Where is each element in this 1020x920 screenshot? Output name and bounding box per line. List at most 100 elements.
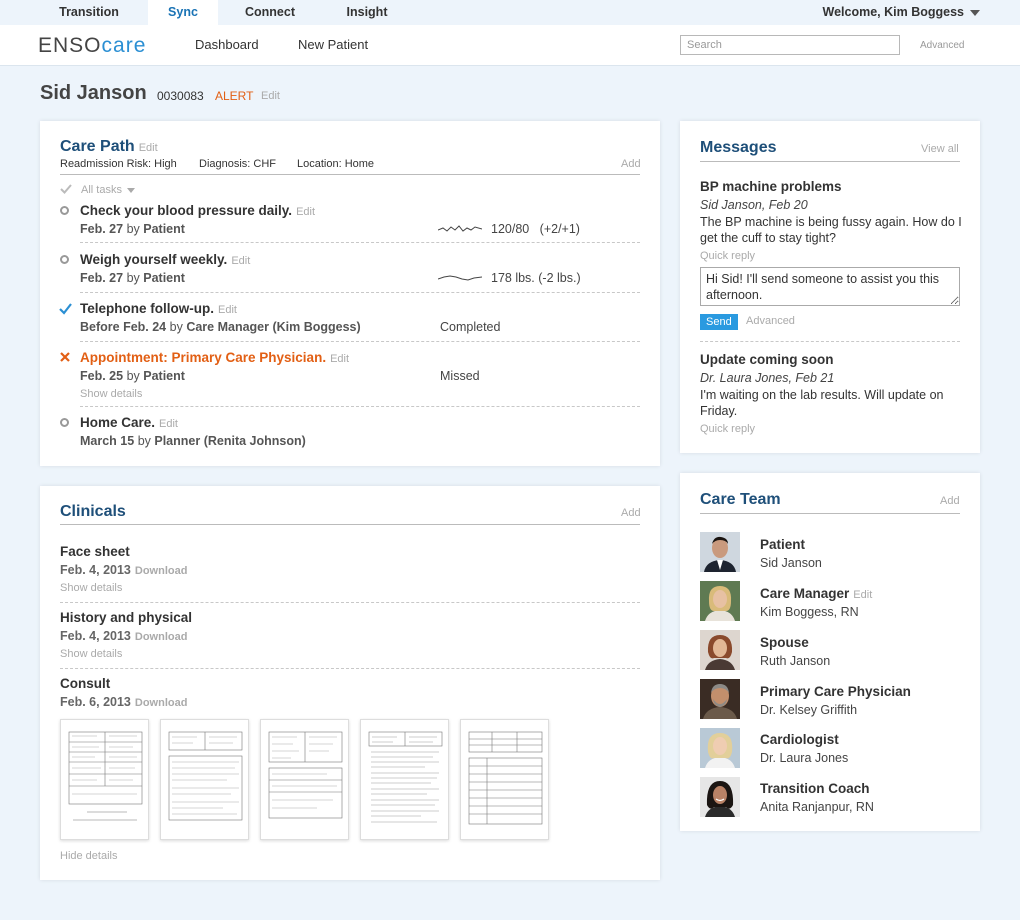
task-due: Before Feb. 24 by Care Manager (Kim Bogg… xyxy=(80,320,361,334)
team-member-name[interactable]: Ruth Janson xyxy=(760,654,830,668)
messages-title: Messages xyxy=(700,139,777,156)
care-path-add-link[interactable]: Add xyxy=(621,158,641,170)
patient-edit-link[interactable]: Edit xyxy=(261,90,280,102)
doc-title[interactable]: Face sheet xyxy=(60,544,130,559)
document-page-icon xyxy=(68,731,143,821)
download-link[interactable]: Download xyxy=(135,631,188,643)
task-edit-link[interactable]: Edit xyxy=(218,304,237,316)
task-by: by xyxy=(126,271,140,285)
team-member-name[interactable]: Anita Ranjanpur, RN xyxy=(760,800,874,814)
check-icon[interactable] xyxy=(59,302,72,315)
task-open-icon[interactable] xyxy=(60,418,69,427)
team-role: Transition Coach xyxy=(760,781,870,796)
user-menu[interactable]: Welcome, Kim Boggess xyxy=(823,0,980,25)
download-link[interactable]: Download xyxy=(135,565,188,577)
task-open-icon[interactable] xyxy=(60,255,69,264)
task-title: Check your blood pressure daily. Edit xyxy=(80,203,315,218)
document-page-icon xyxy=(268,731,343,819)
task-by: by xyxy=(126,222,140,236)
patient-name: Sid Janson xyxy=(40,82,147,104)
doc-title[interactable]: History and physical xyxy=(60,610,192,625)
message-subject[interactable]: BP machine problems xyxy=(700,179,842,194)
task-by: by xyxy=(126,369,140,383)
task-filter-label: All tasks xyxy=(81,184,122,196)
task-assignee: Care Manager (Kim Boggess) xyxy=(186,320,361,334)
team-member-name[interactable]: Kim Boggess, RN xyxy=(760,605,859,619)
avatar[interactable] xyxy=(700,777,740,817)
doc-date: Feb. 4, 2013 Download xyxy=(60,629,187,643)
task-assignee: Planner (Renita Johnson) xyxy=(154,434,306,448)
task-open-icon[interactable] xyxy=(60,206,69,215)
header: ENSOcare Dashboard New Patient Advanced xyxy=(0,25,1020,66)
avatar[interactable] xyxy=(700,679,740,719)
document-page-icon xyxy=(168,731,243,821)
document-thumbnail[interactable] xyxy=(360,719,449,840)
team-edit-link[interactable]: Edit xyxy=(853,589,872,601)
advanced-search-link[interactable]: Advanced xyxy=(920,40,964,51)
show-details-link[interactable]: Show details xyxy=(60,648,122,660)
tab-sync[interactable]: Sync xyxy=(148,0,218,25)
task-edit-link[interactable]: Edit xyxy=(159,418,178,430)
task-assignee: Patient xyxy=(143,222,185,236)
divider xyxy=(60,174,640,175)
chevron-down-icon xyxy=(970,9,980,16)
avatar[interactable] xyxy=(700,581,740,621)
task-date: Feb. 25 xyxy=(80,369,124,383)
message-subject[interactable]: Update coming soon xyxy=(700,352,834,367)
view-all-link[interactable]: View all xyxy=(921,143,959,155)
task-title-text: Appointment: Primary Care Physician. xyxy=(80,350,327,365)
search-input[interactable] xyxy=(680,35,900,55)
quick-reply-link[interactable]: Quick reply xyxy=(700,250,755,262)
nav-dashboard[interactable]: Dashboard xyxy=(195,37,259,52)
alert-link[interactable]: ALERT xyxy=(215,89,253,103)
clinicals-add-link[interactable]: Add xyxy=(621,507,641,519)
care-path-edit-link[interactable]: Edit xyxy=(139,142,158,154)
avatar[interactable] xyxy=(700,728,740,768)
tab-connect[interactable]: Connect xyxy=(232,0,308,25)
care-team-card: Care Team Add Patient Sid Janson Care Ma… xyxy=(680,473,980,831)
clinicals-card: Clinicals Add Face sheet Feb. 4, 2013 Dow… xyxy=(40,486,660,880)
team-member-name[interactable]: Dr. Kelsey Griffith xyxy=(760,703,857,717)
task-by: by xyxy=(137,434,151,448)
task-date: Feb. 27 xyxy=(80,271,124,285)
task-title-text: Home Care. xyxy=(80,415,156,430)
logo-enso: ENSO xyxy=(38,34,102,57)
quick-reply-link[interactable]: Quick reply xyxy=(700,423,755,435)
top-tab-bar: Transition Sync Connect Insight Welcome,… xyxy=(0,0,1020,25)
document-thumbnail[interactable] xyxy=(260,719,349,840)
task-filter[interactable]: All tasks xyxy=(81,184,136,196)
team-member-name[interactable]: Sid Janson xyxy=(760,556,822,570)
care-path-card: Care Path Edit Readmission Risk: High Dia… xyxy=(40,121,660,466)
message-body: The BP machine is being fussy again. How… xyxy=(700,215,962,245)
care-team-add-link[interactable]: Add xyxy=(940,495,960,507)
hide-details-link[interactable]: Hide details xyxy=(60,850,117,862)
show-details-link[interactable]: Show details xyxy=(80,388,142,400)
document-thumbnail[interactable] xyxy=(460,719,549,840)
messages-card: Messages View all BP machine problems Si… xyxy=(680,121,980,453)
doc-title[interactable]: Consult xyxy=(60,676,110,691)
tab-transition[interactable]: Transition xyxy=(40,0,138,25)
nav-new-patient[interactable]: New Patient xyxy=(298,37,368,52)
reply-textarea[interactable]: Hi Sid! I'll send someone to assist you … xyxy=(700,267,960,306)
welcome-text: Welcome, Kim Boggess xyxy=(822,5,964,19)
advanced-reply-link[interactable]: Advanced xyxy=(746,315,795,327)
doc-date-text: Feb. 4, 2013 xyxy=(60,563,131,577)
send-button[interactable]: Send xyxy=(700,314,738,330)
readmission-risk: Readmission Risk: High xyxy=(60,158,177,170)
doc-date-text: Feb. 4, 2013 xyxy=(60,629,131,643)
task-due: March 15 by Planner (Renita Johnson) xyxy=(80,434,306,448)
avatar[interactable] xyxy=(700,630,740,670)
document-thumbnail[interactable] xyxy=(160,719,249,840)
document-thumbnail[interactable] xyxy=(60,719,149,840)
download-link[interactable]: Download xyxy=(135,697,188,709)
divider xyxy=(700,341,960,342)
show-details-link[interactable]: Show details xyxy=(60,582,122,594)
tab-insight[interactable]: Insight xyxy=(332,0,402,25)
task-edit-link[interactable]: Edit xyxy=(330,353,349,365)
logo[interactable]: ENSOcare xyxy=(38,34,146,58)
avatar[interactable] xyxy=(700,532,740,572)
team-member-name[interactable]: Dr. Laura Jones xyxy=(760,751,848,765)
task-edit-link[interactable]: Edit xyxy=(231,255,250,267)
task-edit-link[interactable]: Edit xyxy=(296,206,315,218)
x-icon[interactable] xyxy=(60,352,70,362)
